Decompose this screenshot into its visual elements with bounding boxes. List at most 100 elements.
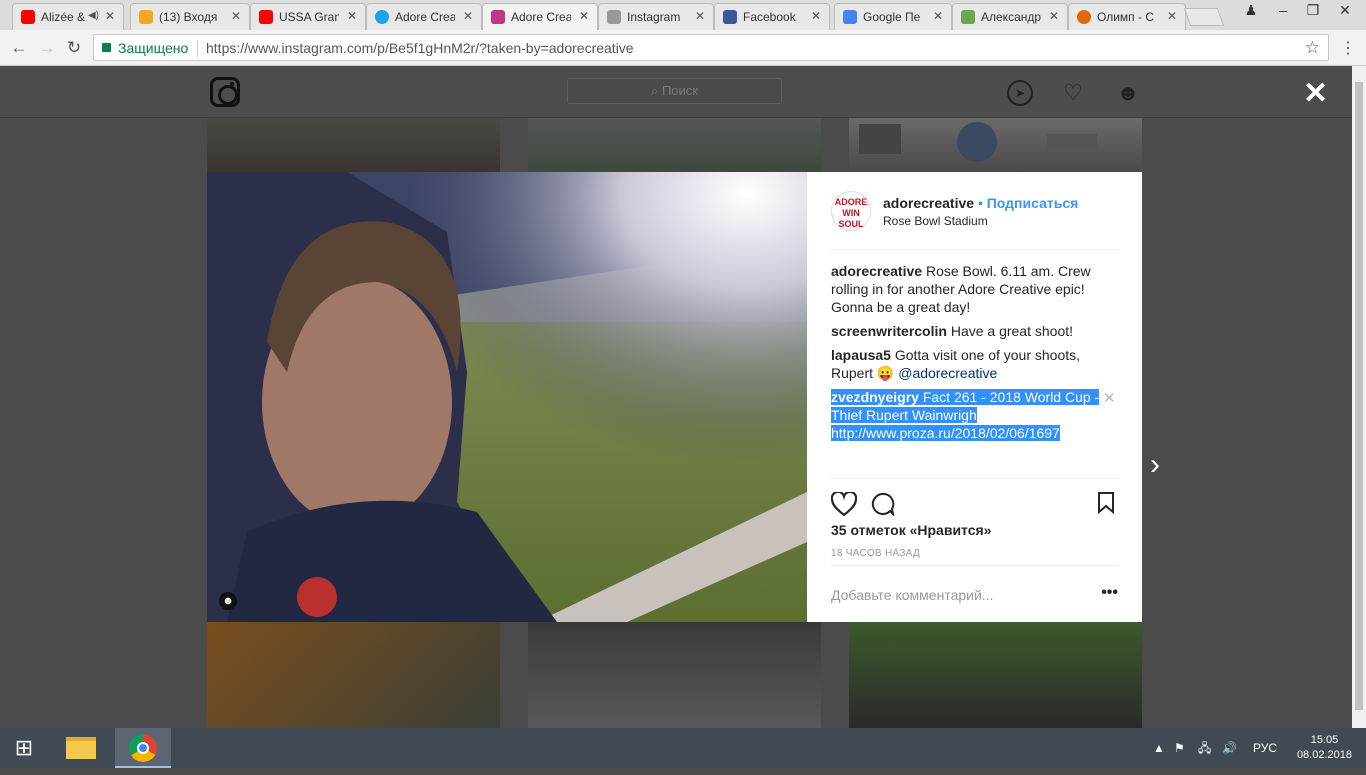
twitter-icon (375, 10, 389, 24)
close-modal-icon[interactable]: ✕ (1303, 76, 1328, 111)
next-post-chevron-icon[interactable]: › (1150, 448, 1160, 482)
close-tab-icon[interactable]: ✕ (105, 9, 115, 23)
browser-tab[interactable]: Instagram ✕ (598, 3, 714, 30)
comment-username[interactable]: screenwritercolin (831, 323, 947, 339)
comment-username[interactable]: zvezdnyeigry (831, 389, 919, 405)
bookmark-star-icon[interactable]: ☆ (1305, 38, 1320, 58)
minimize-icon[interactable]: – (1268, 0, 1298, 22)
lock-icon (102, 43, 111, 52)
grid-thumbnail[interactable] (849, 118, 1142, 172)
browser-menu-icon[interactable]: ⋮ (1340, 38, 1356, 58)
post-photo: ☻ (207, 172, 807, 622)
url-text[interactable]: https://www.instagram.com/p/Be5f1gHnM2r/… (206, 40, 634, 56)
tray-chevron-icon[interactable]: ▲ (1153, 728, 1165, 768)
doc-icon (961, 10, 975, 24)
profile-icon[interactable]: ☻ (1115, 80, 1141, 106)
chrome-taskbar-icon[interactable] (115, 728, 171, 768)
grid-thumbnail[interactable] (849, 622, 1142, 728)
close-tab-icon[interactable]: ✕ (231, 9, 241, 23)
speaker-icon[interactable]: ◀) (88, 10, 99, 21)
browser-toolbar: ← → ↻ Защищено https://www.instagram.com… (0, 30, 1366, 66)
address-bar[interactable]: Защищено https://www.instagram.com/p/Be5… (93, 34, 1329, 61)
file-explorer-icon[interactable] (57, 728, 105, 768)
close-window-icon[interactable]: ✕ (1330, 0, 1360, 22)
forward-icon[interactable]: → (36, 37, 58, 59)
search-input[interactable]: ⌕ Поиск (567, 78, 782, 104)
instagram-icon (491, 10, 505, 24)
username-link[interactable]: adorecreative (883, 195, 974, 211)
divider (831, 478, 1119, 479)
olymp-icon (1077, 10, 1091, 24)
avatar[interactable]: ADORE WIN SOUL (831, 191, 871, 231)
location-link[interactable]: Rose Bowl Stadium (883, 214, 988, 228)
comment-item-selected: zvezdnyeigry Fact 261 - 2018 World Cup -… (831, 388, 1101, 442)
close-tab-icon[interactable]: ✕ (579, 9, 589, 23)
close-tab-icon[interactable]: ✕ (933, 9, 943, 23)
comment-username[interactable]: adorecreative (831, 263, 922, 279)
close-tab-icon[interactable]: ✕ (811, 9, 821, 23)
activity-heart-icon[interactable]: ♡ (1060, 80, 1086, 106)
close-tab-icon[interactable]: ✕ (1167, 9, 1177, 23)
more-options-icon[interactable]: ••• (1101, 584, 1118, 602)
browser-tab[interactable]: Александр ✕ (952, 3, 1068, 30)
like-heart-icon[interactable] (831, 492, 857, 516)
language-indicator[interactable]: РУС (1253, 728, 1277, 768)
browser-tab[interactable]: Facebook ✕ (714, 3, 830, 30)
grid-thumbnail[interactable] (207, 622, 500, 728)
new-tab-button[interactable] (1183, 8, 1225, 26)
back-icon[interactable]: ← (8, 37, 30, 59)
gladiators-logo (957, 122, 997, 162)
comment-item: adorecreative Rose Bowl. 6.11 am. Crew r… (831, 262, 1101, 316)
browser-tab[interactable]: (13) Входя ✕ (130, 3, 250, 30)
overwatch-league-logo (859, 124, 901, 154)
comment-item: lapausa5 Gotta visit one of your shoots,… (831, 346, 1101, 382)
close-tab-icon[interactable]: ✕ (347, 9, 357, 23)
add-comment-input[interactable]: Добавьте комментарий... (831, 587, 993, 603)
maximize-icon[interactable]: ❐ (1298, 0, 1328, 22)
post-author: adorecreative • Подписаться (883, 195, 1078, 211)
follow-button[interactable]: • Подписаться (978, 195, 1078, 211)
windows-start-icon[interactable]: ⊞ (0, 728, 48, 768)
explore-compass-icon[interactable]: ➤ (1007, 80, 1033, 106)
browser-tab[interactable]: Adore Crea ✕ (366, 3, 482, 30)
reload-icon[interactable]: ↻ (63, 37, 85, 59)
browser-tab[interactable]: Олимп - С ✕ (1068, 3, 1186, 30)
facebook-icon (723, 10, 737, 24)
instagram-logo-icon[interactable] (210, 77, 240, 107)
browser-tab[interactable]: USSA Gran ✕ (250, 3, 366, 30)
comment-username[interactable]: lapausa5 (831, 347, 891, 363)
youtube-icon (259, 10, 273, 24)
secure-label[interactable]: Защищено (118, 40, 188, 56)
search-icon: ⌕ (651, 83, 662, 98)
user-icon[interactable]: ♟ (1236, 0, 1266, 22)
mail-icon (139, 10, 153, 24)
comment-bubble-icon[interactable] (871, 492, 895, 516)
network-icon[interactable]: 🖧 (1198, 728, 1211, 768)
divider (831, 249, 1119, 250)
comment-text: Have a great shoot! (946, 323, 1074, 339)
grid-thumbnail[interactable] (207, 118, 500, 172)
post-timestamp[interactable]: 18 ЧАСОВ НАЗАД (831, 548, 920, 559)
grid-thumbnail[interactable] (528, 118, 821, 172)
browser-tab[interactable]: Google Пе ✕ (834, 3, 952, 30)
comment-item: screenwritercolin Have a great shoot! (831, 322, 1101, 340)
volume-icon[interactable]: 🔊 (1222, 728, 1237, 768)
likes-count[interactable]: 35 отметок «Нравится» (831, 522, 991, 538)
grid-thumbnail[interactable] (528, 622, 821, 728)
browser-tab[interactable]: Alizée & ◀) ✕ (12, 3, 124, 30)
mention-link[interactable]: @adorecreative (898, 365, 997, 381)
page-scrollbar[interactable] (1352, 66, 1366, 728)
user-tag-icon[interactable]: ☻ (219, 592, 237, 610)
comments-list: adorecreative Rose Bowl. 6.11 am. Crew r… (831, 262, 1101, 448)
divider (831, 565, 1119, 566)
bookmark-icon[interactable] (1097, 492, 1115, 514)
system-clock[interactable]: 15:05 08.02.2018 (1297, 733, 1352, 763)
scrollbar-thumb[interactable] (1355, 82, 1363, 710)
flag-icon[interactable]: ⚑ (1174, 728, 1185, 768)
close-tab-icon[interactable]: ✕ (695, 9, 705, 23)
google-translate-icon (843, 10, 857, 24)
close-tab-icon[interactable]: ✕ (1049, 9, 1059, 23)
delete-comment-icon[interactable]: ✕ (1103, 389, 1116, 407)
browser-tab-active[interactable]: Adore Crea ✕ (482, 3, 598, 30)
close-tab-icon[interactable]: ✕ (463, 9, 473, 23)
